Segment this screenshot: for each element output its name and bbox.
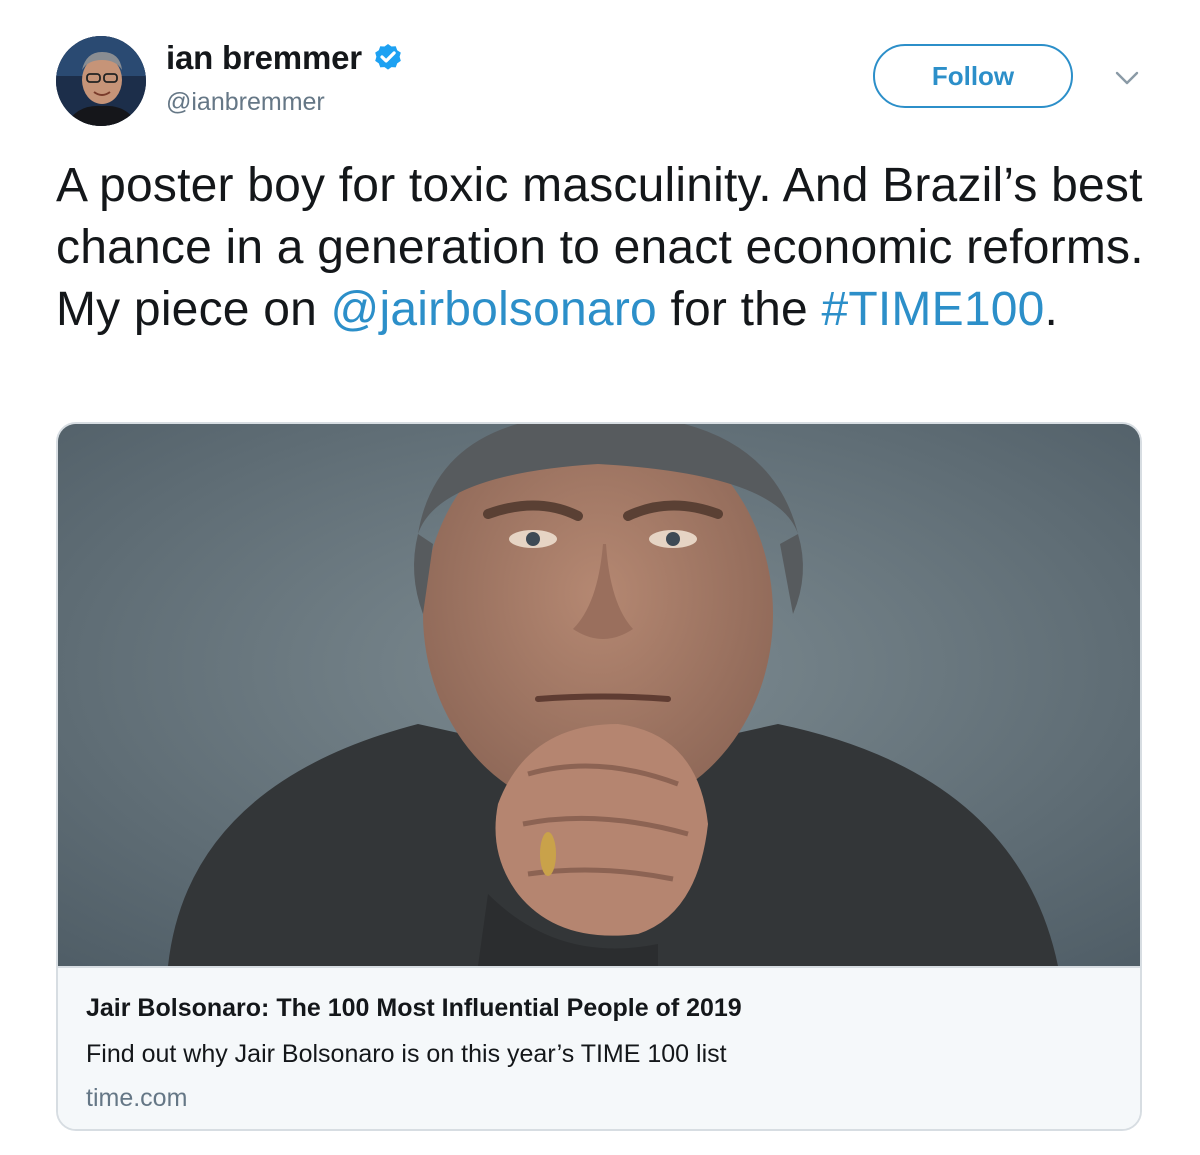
tweet-text-part: for the bbox=[656, 283, 822, 336]
link-preview-card[interactable]: Jair Bolsonaro: The 100 Most Influential… bbox=[56, 422, 1142, 1131]
tweet: ian bremmer @ianbremmer Follow A poster … bbox=[0, 0, 1200, 1155]
card-footer[interactable]: Jair Bolsonaro: The 100 Most Influential… bbox=[58, 966, 1140, 1129]
card-title[interactable]: Jair Bolsonaro: The 100 Most Influential… bbox=[86, 994, 742, 1023]
card-description: Find out why Jair Bolsonaro is on this y… bbox=[86, 1040, 727, 1068]
hashtag-link[interactable]: #TIME100 bbox=[821, 283, 1044, 336]
chevron-down-icon[interactable] bbox=[1112, 68, 1142, 88]
author-name-row: ian bremmer bbox=[166, 38, 404, 78]
card-image[interactable] bbox=[58, 424, 1140, 966]
verified-badge-icon bbox=[372, 42, 404, 74]
avatar-photo bbox=[56, 36, 146, 126]
follow-button[interactable]: Follow bbox=[873, 44, 1073, 108]
avatar[interactable] bbox=[56, 36, 146, 126]
mention-link[interactable]: @jairbolsonaro bbox=[331, 283, 657, 336]
tweet-text: A poster boy for toxic masculinity. And … bbox=[56, 155, 1156, 341]
tweet-text-part: . bbox=[1044, 283, 1059, 336]
author-handle[interactable]: @ianbremmer bbox=[166, 88, 325, 117]
author-display-name[interactable]: ian bremmer bbox=[166, 39, 362, 77]
card-domain: time.com bbox=[86, 1084, 188, 1112]
